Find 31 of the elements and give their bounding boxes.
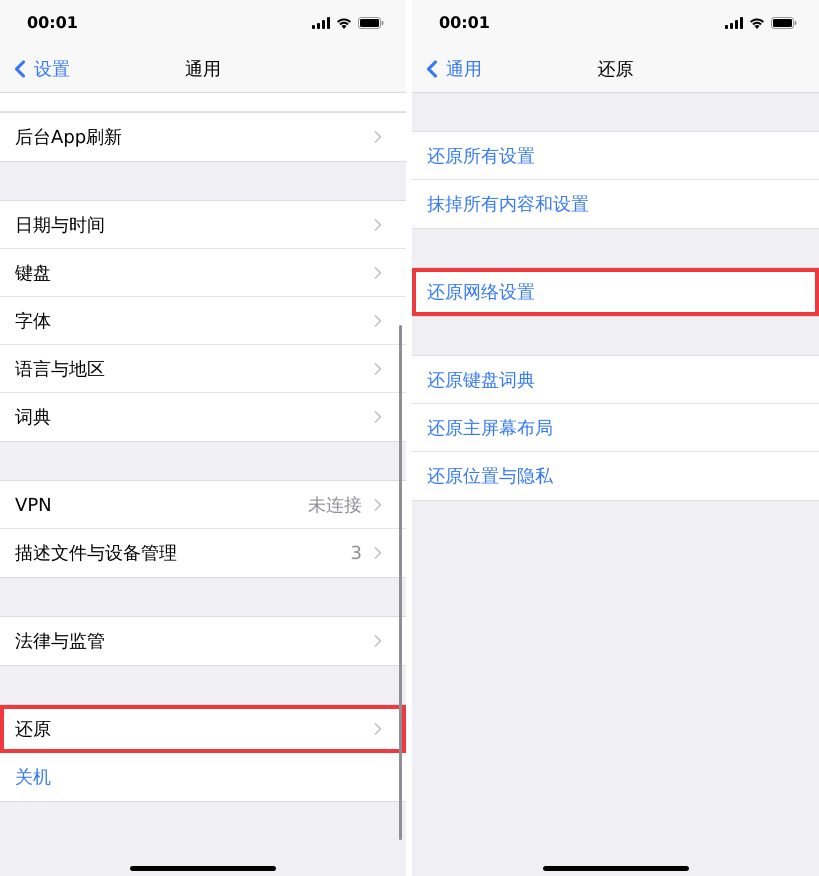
wifi-icon: [749, 16, 765, 28]
settings-row[interactable]: 字体: [0, 297, 406, 345]
settings-row[interactable]: 还原所有设置: [412, 132, 819, 180]
nav-title: 通用: [185, 58, 221, 80]
highlighted-settings-row[interactable]: 还原: [0, 705, 406, 753]
highlighted-settings-row[interactable]: 还原网络设置: [412, 268, 819, 316]
settings-row[interactable]: 日期与时间: [0, 201, 406, 249]
status-time: 00:01: [27, 13, 78, 32]
settings-row[interactable]: 词典: [0, 393, 406, 441]
settings-row[interactable]: 描述文件与设备管理 3: [0, 529, 406, 577]
signal-icon: [312, 16, 330, 28]
settings-row[interactable]: 法律与监管: [0, 617, 406, 665]
settings-row[interactable]: 键盘: [0, 249, 406, 297]
settings-row[interactable]: VPN 未连接: [0, 481, 406, 529]
back-button[interactable]: 设置: [6, 54, 70, 82]
status-time: 00:01: [439, 13, 490, 32]
row-detail: 3: [350, 542, 362, 564]
battery-icon: [771, 16, 797, 28]
settings-row[interactable]: 还原键盘词典: [412, 356, 819, 404]
settings-row[interactable]: 还原位置与隐私: [412, 452, 819, 500]
wifi-icon: [336, 16, 352, 28]
settings-row[interactable]: 关机: [0, 753, 406, 801]
settings-row[interactable]: 语言与地区: [0, 345, 406, 393]
signal-icon: [725, 16, 743, 28]
settings-row[interactable]: 还原主屏幕布局: [412, 404, 819, 452]
row-detail: 未连接: [308, 494, 362, 517]
settings-row[interactable]: 抹掉所有内容和设置: [412, 180, 819, 228]
settings-row[interactable]: 后台App刷新: [0, 113, 406, 161]
back-button[interactable]: 通用: [418, 54, 482, 82]
battery-icon: [358, 16, 384, 28]
nav-title: 还原: [598, 58, 634, 80]
